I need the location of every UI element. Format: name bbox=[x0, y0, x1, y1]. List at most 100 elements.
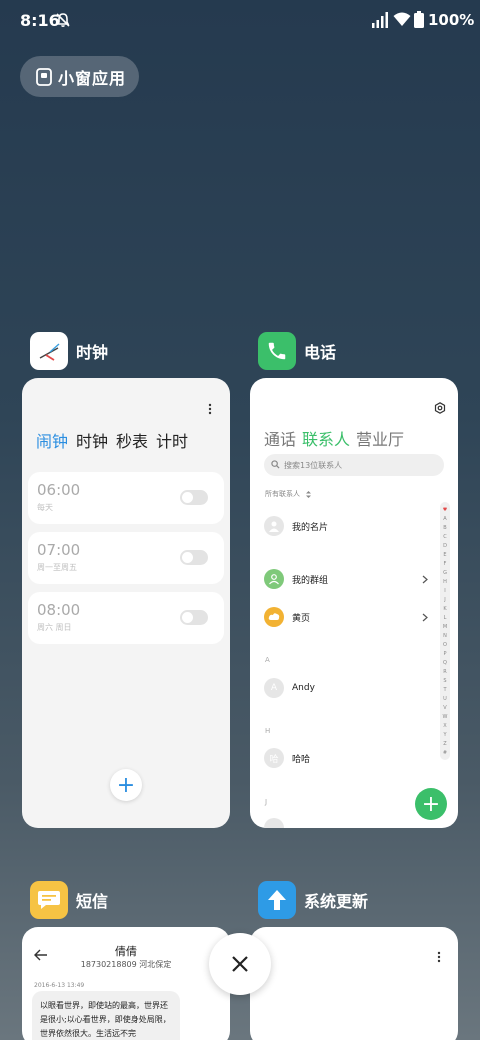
alarm-repeat: 周六 周日 bbox=[37, 623, 72, 632]
index-letter[interactable]: X bbox=[443, 722, 446, 731]
system-update-app-header[interactable]: 系统更新 bbox=[258, 881, 368, 919]
clock-app-card[interactable]: 闹钟 时钟 秒表 计时 06:00 每天 07:00 周一至周五 08:00 周… bbox=[22, 378, 230, 828]
index-letter[interactable]: Q bbox=[443, 659, 447, 668]
tab-timer[interactable]: 计时 bbox=[156, 428, 188, 452]
all-contacts-filter[interactable]: 所有联系人 bbox=[265, 489, 300, 499]
update-more-icon[interactable] bbox=[437, 951, 441, 963]
index-letter[interactable]: Z bbox=[443, 740, 446, 749]
index-letter[interactable]: O bbox=[443, 641, 447, 650]
chevron-right-icon bbox=[422, 613, 428, 622]
index-letter[interactable]: A bbox=[443, 515, 446, 524]
chevron-right-icon bbox=[422, 575, 428, 584]
phone-app-header[interactable]: 电话 bbox=[258, 332, 336, 370]
status-time: 8:16 bbox=[20, 11, 60, 30]
alarm-toggle[interactable] bbox=[180, 550, 208, 565]
tab-service-hall[interactable]: 营业厅 bbox=[356, 426, 404, 450]
index-letter[interactable]: F bbox=[444, 560, 447, 569]
alarm-item[interactable]: 07:00 周一至周五 bbox=[28, 532, 224, 584]
tab-contacts[interactable]: 联系人 bbox=[302, 426, 350, 450]
alarm-item[interactable]: 06:00 每天 bbox=[28, 472, 224, 524]
phone-handset-icon bbox=[268, 342, 286, 360]
add-contact-button[interactable]: + bbox=[415, 788, 447, 820]
conversation-contact-name: 倩倩 bbox=[115, 945, 137, 958]
messages-app-name: 短信 bbox=[76, 892, 109, 911]
yellow-pages-label: 黄页 bbox=[292, 613, 311, 624]
index-letter[interactable]: # bbox=[443, 749, 447, 758]
index-letter[interactable]: ♥ bbox=[443, 506, 447, 515]
add-alarm-button[interactable]: + bbox=[110, 769, 142, 801]
section-letter-h: H bbox=[265, 727, 271, 735]
small-window-icon bbox=[36, 67, 52, 86]
add-contact-label: + bbox=[421, 791, 441, 817]
section-letter-j: J bbox=[265, 798, 268, 806]
person-avatar-icon bbox=[264, 516, 284, 536]
settings-gear-icon[interactable] bbox=[434, 402, 446, 414]
system-update-app-name: 系统更新 bbox=[304, 892, 369, 911]
messages-app-header[interactable]: 短信 bbox=[30, 881, 108, 919]
tab-clock[interactable]: 时钟 bbox=[76, 428, 108, 452]
index-letter[interactable]: H bbox=[443, 578, 447, 587]
close-all-button[interactable] bbox=[209, 933, 271, 995]
index-letter[interactable]: K bbox=[443, 605, 446, 614]
contact-row[interactable]: A Andy bbox=[264, 678, 315, 698]
index-letter[interactable]: D bbox=[443, 542, 447, 551]
sort-arrows-icon bbox=[306, 491, 311, 498]
system-update-app-card[interactable] bbox=[250, 927, 458, 1040]
close-icon bbox=[232, 956, 248, 972]
my-groups-label: 我的群组 bbox=[292, 575, 329, 586]
index-letter[interactable]: Y bbox=[443, 731, 446, 740]
alarm-toggle[interactable] bbox=[180, 610, 208, 625]
clock-app-icon bbox=[30, 332, 68, 370]
index-letter[interactable]: E bbox=[443, 551, 446, 560]
my-card-label: 我的名片 bbox=[292, 522, 329, 533]
index-letter[interactable]: J bbox=[444, 596, 445, 605]
index-letter[interactable]: N bbox=[443, 632, 447, 641]
alarm-toggle[interactable] bbox=[180, 490, 208, 505]
index-letter[interactable]: L bbox=[444, 614, 447, 623]
message-date: 2016-6-13 13:49 bbox=[34, 982, 85, 989]
index-letter[interactable]: S bbox=[443, 677, 446, 686]
my-groups-row[interactable]: 我的群组 bbox=[264, 569, 328, 589]
clock-more-icon[interactable] bbox=[208, 403, 212, 415]
index-letter[interactable]: W bbox=[443, 713, 448, 722]
messages-app-card[interactable]: 倩倩 18730218809 河北保定 2016-6-13 13:49 以眼看世… bbox=[22, 927, 230, 1040]
phone-app-icon bbox=[258, 332, 296, 370]
contact-search-input[interactable]: 搜索13位联系人 bbox=[264, 454, 444, 476]
phone-app-card[interactable]: 通话 联系人 营业厅 搜索13位联系人 所有联系人 我的名片 我的群组 黄页 A… bbox=[250, 378, 458, 828]
alphabet-index-bar[interactable]: ♥ A B C D E F G H I J K L M N O P Q R S T U V W X Y Z # bbox=[440, 502, 450, 760]
index-letter[interactable]: I bbox=[444, 587, 445, 596]
message-bubble[interactable]: 以眼看世界，即使站的最高，世界还是很小;以心看世界，即使身处局限，世界依然很大。… bbox=[32, 991, 180, 1040]
yellow-pages-row[interactable]: 黄页 bbox=[264, 607, 310, 627]
tab-calls[interactable]: 通话 bbox=[264, 426, 296, 450]
index-letter[interactable]: P bbox=[443, 650, 446, 659]
small-window-apps-label: 小窗应用 bbox=[58, 68, 127, 88]
contact-row-partial[interactable] bbox=[264, 818, 292, 828]
search-icon bbox=[271, 460, 280, 469]
tab-alarm[interactable]: 闹钟 bbox=[36, 428, 68, 452]
alarm-time: 06:00 bbox=[37, 481, 81, 499]
conversation-contact-info: 18730218809 河北保定 bbox=[80, 960, 172, 969]
section-letter-a: A bbox=[265, 656, 270, 664]
index-letter[interactable]: R bbox=[443, 668, 446, 677]
index-letter[interactable]: G bbox=[443, 569, 447, 578]
clock-app-header[interactable]: 时钟 bbox=[30, 332, 108, 370]
phone-tabs: 通话 联系人 营业厅 bbox=[264, 426, 404, 450]
alarm-item[interactable]: 08:00 周六 周日 bbox=[28, 592, 224, 644]
system-update-app-icon bbox=[258, 881, 296, 919]
tab-stopwatch[interactable]: 秒表 bbox=[116, 428, 148, 452]
contact-name: Andy bbox=[292, 683, 315, 693]
contact-row[interactable]: 哈 哈哈 bbox=[264, 748, 310, 768]
index-letter[interactable]: U bbox=[443, 695, 447, 704]
contact-avatar: A bbox=[264, 678, 284, 698]
index-letter[interactable]: C bbox=[443, 533, 447, 542]
index-letter[interactable]: B bbox=[443, 524, 446, 533]
index-letter[interactable]: M bbox=[443, 623, 447, 632]
group-icon bbox=[264, 569, 284, 589]
phone-app-name: 电话 bbox=[304, 343, 337, 362]
notification-muted-icon bbox=[56, 13, 70, 27]
small-window-apps-button[interactable]: 小窗应用 bbox=[20, 56, 139, 97]
clock-tabs: 闹钟 时钟 秒表 计时 bbox=[36, 428, 188, 452]
index-letter[interactable]: V bbox=[443, 704, 446, 713]
my-card-row[interactable]: 我的名片 bbox=[264, 516, 328, 536]
index-letter[interactable]: T bbox=[443, 686, 446, 695]
